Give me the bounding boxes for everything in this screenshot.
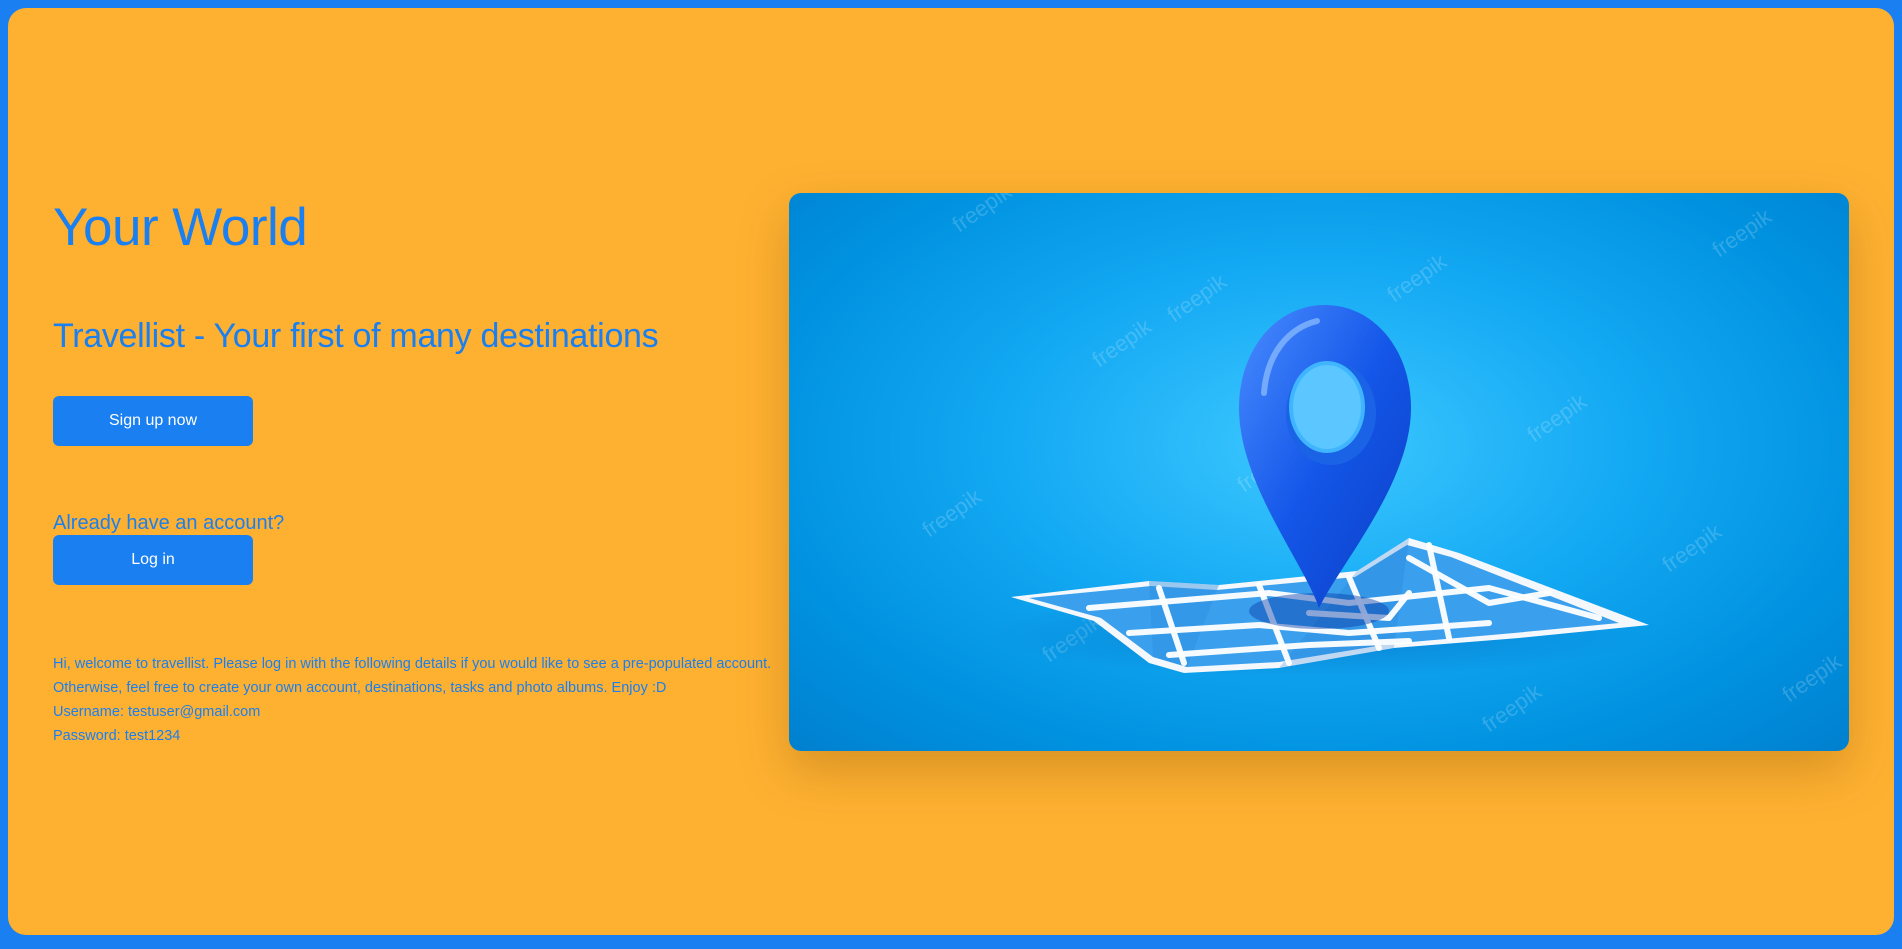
page-subtitle: Travellist - Your first of many destinat… xyxy=(53,317,659,355)
svg-text:freepik: freepik xyxy=(1163,268,1232,327)
svg-text:freepik: freepik xyxy=(948,193,1017,237)
svg-text:freepik: freepik xyxy=(1523,388,1592,447)
page-container: Your World Travellist - Your first of ma… xyxy=(8,8,1894,935)
svg-text:freepik: freepik xyxy=(1383,248,1452,307)
svg-text:freepik: freepik xyxy=(1478,678,1547,737)
demo-username: Username: testuser@gmail.com xyxy=(53,704,261,720)
svg-text:freepik: freepik xyxy=(918,483,987,542)
welcome-info: Hi, welcome to travellist. Please log in… xyxy=(53,652,773,748)
hero-image: freepik freepik freepik freepik freepik … xyxy=(789,193,1849,751)
svg-text:freepik: freepik xyxy=(1778,648,1847,707)
signup-button[interactable]: Sign up now xyxy=(53,396,253,446)
page-title: Your World xyxy=(53,198,308,257)
demo-password: Password: test1234 xyxy=(53,728,181,744)
svg-text:freepik: freepik xyxy=(1658,518,1727,577)
intro-section: Your World Travellist - Your first of ma… xyxy=(53,198,771,744)
login-prompt: Already have an account? xyxy=(53,512,285,534)
location-pin-map-illustration: freepik freepik freepik freepik freepik … xyxy=(918,193,1847,737)
login-button[interactable]: Log in xyxy=(53,535,253,585)
svg-text:freepik: freepik xyxy=(1088,313,1157,372)
welcome-text: Hi, welcome to travellist. Please log in… xyxy=(53,656,772,696)
svg-text:freepik: freepik xyxy=(1708,203,1777,262)
